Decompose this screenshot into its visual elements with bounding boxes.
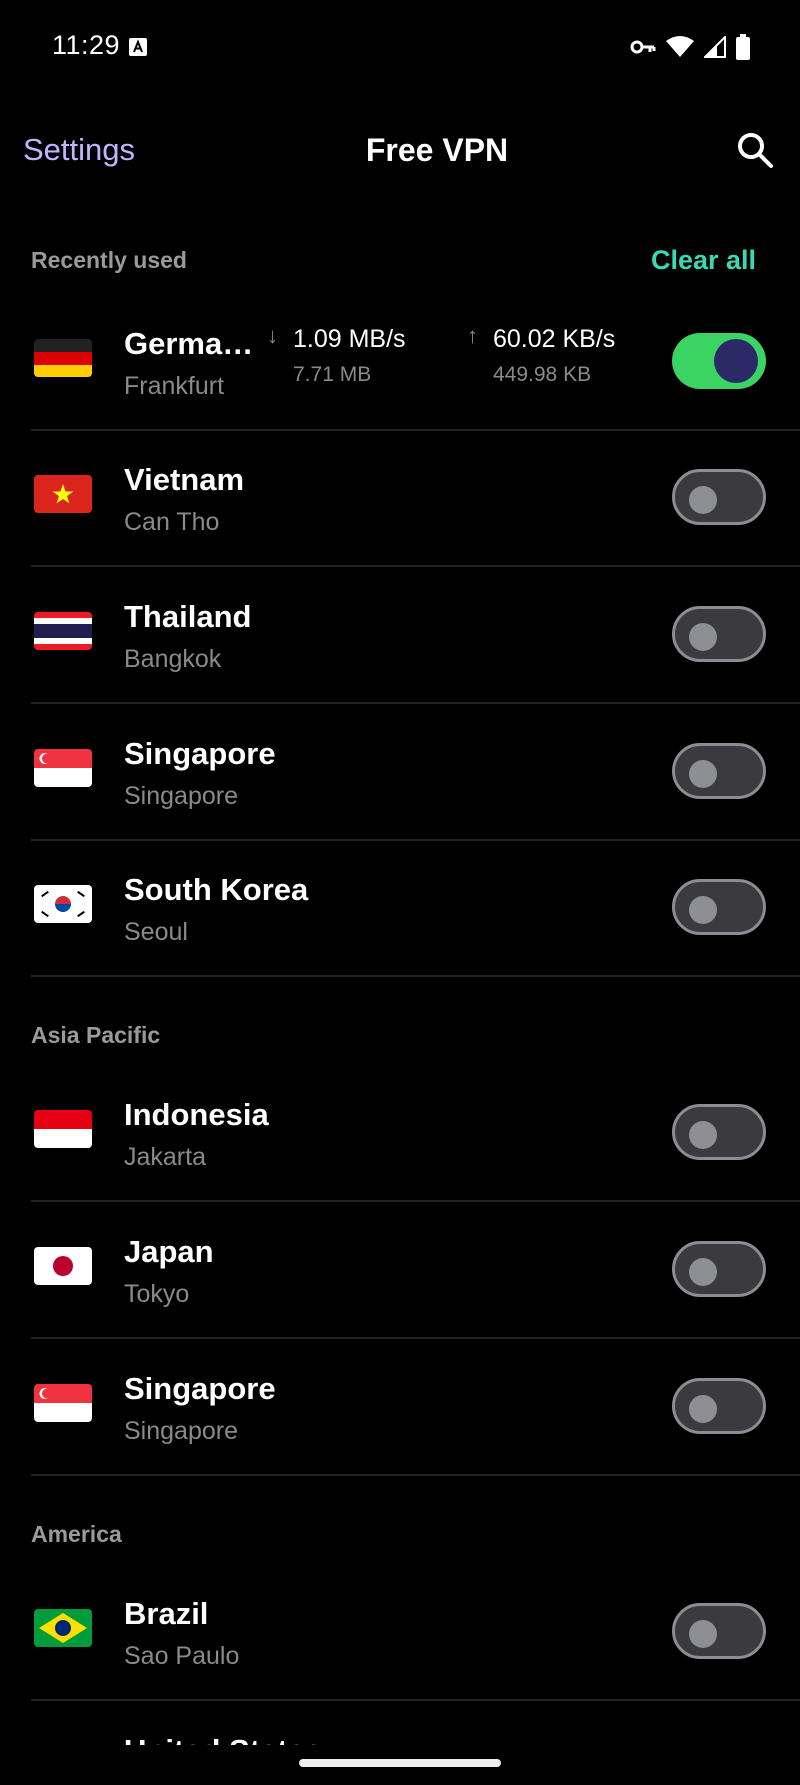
country-name: Japan xyxy=(124,1234,214,1269)
country-name: Indonesia xyxy=(124,1097,269,1132)
country-name: Thailand xyxy=(124,599,252,634)
connection-toggle[interactable] xyxy=(672,469,766,525)
server-row-thailand[interactable]: Thailand Bangkok xyxy=(0,568,800,704)
a-notification-icon xyxy=(129,38,147,56)
divider xyxy=(31,1699,800,1701)
upload-rate: 60.02 KB/s xyxy=(493,325,616,353)
server-row-germany[interactable]: Germa… Frankfurt ↓ 1.09 MB/s 7.71 MB ↑ 6… xyxy=(0,295,800,431)
status-time: 11:29 xyxy=(52,30,121,60)
status-icons xyxy=(630,34,750,60)
city-name: Singapore xyxy=(124,1417,238,1445)
toggle-knob xyxy=(689,623,717,651)
battery-icon xyxy=(736,34,750,60)
wifi-icon xyxy=(666,36,694,57)
vpn-key-icon xyxy=(630,40,656,54)
download-arrow-icon: ↓ xyxy=(267,323,278,348)
germany-flag-icon xyxy=(34,339,92,377)
toggle-knob xyxy=(689,760,717,788)
clear-all-button[interactable]: Clear all xyxy=(651,245,756,276)
toggle-knob xyxy=(689,1258,717,1286)
city-name: Seoul xyxy=(124,918,188,946)
page-title: Free VPN xyxy=(365,132,509,168)
country-name: Singapore xyxy=(124,736,276,771)
connection-toggle[interactable] xyxy=(672,1378,766,1434)
toggle-knob xyxy=(689,486,717,514)
home-indicator[interactable] xyxy=(299,1759,501,1767)
south-korea-flag-icon xyxy=(34,885,92,923)
city-name: Tokyo xyxy=(124,1280,190,1308)
city-name: Bangkok xyxy=(124,645,222,673)
toggle-knob xyxy=(689,1620,717,1648)
signal-icon xyxy=(704,36,726,58)
divider xyxy=(31,565,800,567)
download-total: 7.71 MB xyxy=(293,363,372,386)
country-name: Singapore xyxy=(124,1371,276,1406)
section-header-asia-pacific: Asia Pacific xyxy=(31,1022,161,1048)
country-name-partial: United States xyxy=(124,1729,322,1745)
connection-toggle[interactable] xyxy=(672,1603,766,1659)
divider xyxy=(31,975,800,977)
city-name: Frankfurt xyxy=(124,372,225,400)
country-name: Brazil xyxy=(124,1596,209,1631)
upload-total: 449.98 KB xyxy=(493,363,592,386)
connection-toggle[interactable] xyxy=(672,879,766,935)
server-row-vietnam[interactable]: Vietnam Can Tho xyxy=(0,431,800,567)
download-rate: 1.09 MB/s xyxy=(293,325,406,353)
vietnam-flag-icon xyxy=(34,475,92,513)
search-icon[interactable] xyxy=(735,130,775,170)
japan-flag-icon xyxy=(34,1247,92,1285)
thailand-flag-icon xyxy=(34,612,92,650)
toggle-knob xyxy=(714,339,758,383)
server-row-singapore[interactable]: Singapore Singapore xyxy=(0,1340,800,1476)
connection-toggle[interactable] xyxy=(672,333,766,389)
connection-toggle[interactable] xyxy=(672,1104,766,1160)
country-name: Germa… xyxy=(124,326,254,361)
status-bar: 11:29 xyxy=(0,0,800,96)
city-name: Jakarta xyxy=(124,1143,206,1171)
city-name: Singapore xyxy=(124,782,238,810)
city-name: Can Tho xyxy=(124,508,220,536)
singapore-flag-icon xyxy=(34,749,92,787)
connection-toggle[interactable] xyxy=(672,606,766,662)
singapore-flag-icon xyxy=(34,1384,92,1422)
server-row-japan[interactable]: Japan Tokyo xyxy=(0,1203,800,1339)
connection-toggle[interactable] xyxy=(672,743,766,799)
indonesia-flag-icon xyxy=(34,1110,92,1148)
divider xyxy=(31,1200,800,1202)
divider xyxy=(31,702,800,704)
toggle-knob xyxy=(689,1395,717,1423)
server-row-singapore[interactable]: Singapore Singapore xyxy=(0,705,800,841)
country-name: South Korea xyxy=(124,872,309,907)
section-header-america: America xyxy=(31,1521,122,1547)
server-row-brazil[interactable]: Brazil Sao Paulo xyxy=(0,1565,800,1701)
upload-arrow-icon: ↑ xyxy=(467,323,478,348)
app-bar: Settings Free VPN xyxy=(0,110,800,190)
country-name: Vietnam xyxy=(124,462,245,497)
section-header-recently-used: Recently used xyxy=(31,247,187,273)
server-row-indonesia[interactable]: Indonesia Jakarta xyxy=(0,1066,800,1202)
divider xyxy=(31,1474,800,1476)
server-row-south-korea[interactable]: South Korea Seoul xyxy=(0,841,800,977)
toggle-knob xyxy=(689,1121,717,1149)
brazil-flag-icon xyxy=(34,1609,92,1647)
connection-toggle[interactable] xyxy=(672,1241,766,1297)
toggle-knob xyxy=(689,896,717,924)
city-name: Sao Paulo xyxy=(124,1642,240,1670)
divider xyxy=(31,1337,800,1339)
